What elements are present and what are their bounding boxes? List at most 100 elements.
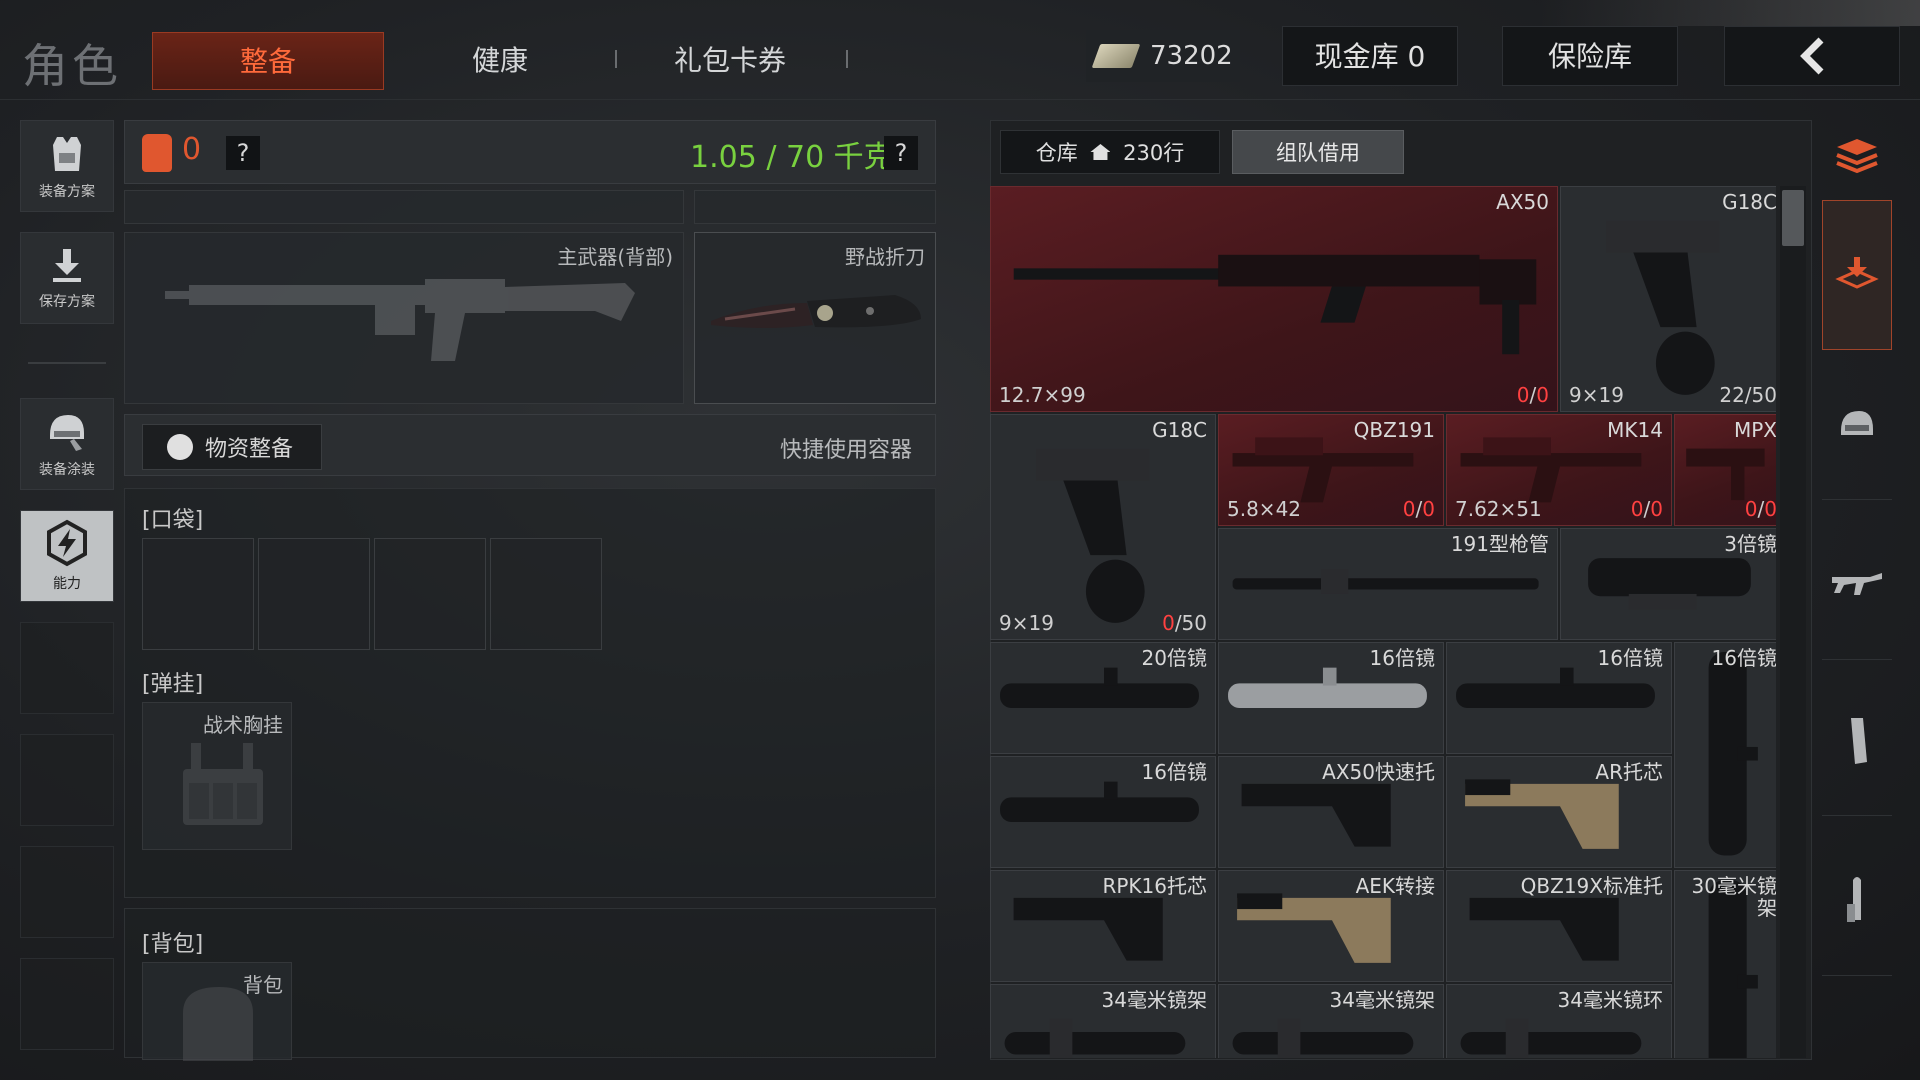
top-right-glow [1540, 0, 1920, 26]
tab-storage[interactable]: 仓库 230行 [1000, 130, 1220, 174]
item-image [1606, 220, 1720, 395]
item-name: QBZ19X标准托 [1520, 874, 1663, 898]
warehouse-item[interactable]: 30毫米镜架 [1674, 870, 1776, 1058]
warehouse-item[interactable]: QBZ191 5.8×42 0/0 [1218, 414, 1444, 526]
warehouse-item[interactable]: AX50 12.7×99 0/0 [990, 186, 1558, 412]
tab-gift-cards[interactable]: 礼包卡券 [650, 32, 810, 90]
sidebar-item-label: 装备涂装 [39, 462, 95, 478]
item-name: MK14 [1607, 418, 1663, 442]
tab-divider [846, 50, 848, 68]
ammo-capacity: /50 [1174, 611, 1207, 635]
pocket-slot[interactable] [258, 538, 370, 650]
download-icon [53, 249, 81, 282]
warehouse-item[interactable]: 20倍镜 [990, 642, 1216, 754]
weight-help-button[interactable]: ? [884, 136, 918, 170]
warehouse-item[interactable]: QBZ19X标准托 [1446, 870, 1672, 982]
warehouse-item[interactable]: 16倍镜 [1218, 642, 1444, 754]
warehouse-item[interactable]: 34毫米镜架 [990, 984, 1216, 1058]
sidebar-item-save-plan[interactable]: 保存方案 [20, 232, 114, 324]
warehouse-item[interactable]: 3倍镜 [1560, 528, 1776, 640]
rifle-icon [1832, 572, 1882, 595]
sidebar-item-label: 保存方案 [39, 294, 95, 310]
item-name: 191型枪管 [1450, 532, 1549, 556]
item-ammo-count: 0/50 [1162, 611, 1207, 635]
carry-weight: 1.05 / 70 千克 [690, 140, 894, 175]
rig-title: [弹挂] [142, 672, 204, 697]
item-caliber: 12.7×99 [999, 383, 1086, 407]
sidebar-item-ability[interactable]: 能力 [20, 510, 114, 602]
warehouse-item[interactable]: 34毫米镜架 [1218, 984, 1444, 1058]
item-name: 16倍镜 [1141, 760, 1207, 784]
warehouse-item[interactable]: MPX 0/0 [1674, 414, 1776, 526]
sidebar-item-label: 能力 [53, 576, 81, 592]
item-name: MPX [1733, 418, 1776, 442]
warehouse-item[interactable]: 16倍镜 [990, 756, 1216, 868]
tab-team-borrow[interactable]: 组队借用 [1232, 130, 1404, 174]
chest-rig-slot[interactable]: 战术胸挂 [142, 702, 292, 850]
supply-prep-button[interactable]: 物资整备 [142, 424, 322, 470]
tab-health[interactable]: 健康 [420, 32, 580, 90]
tab-divider [615, 50, 617, 68]
bag-count: 0 [182, 132, 202, 167]
warehouse-item[interactable]: 34毫米镜环 [1446, 984, 1672, 1058]
rail-ammo-category[interactable] [1822, 826, 1892, 976]
ammo-capacity: 0 [1764, 497, 1776, 521]
lightning-icon [47, 519, 87, 567]
house-icon [1090, 144, 1111, 160]
back-button[interactable] [1724, 26, 1900, 86]
warehouse-item[interactable]: 16倍镜 [1674, 642, 1776, 868]
armor-vest-icon [53, 137, 81, 171]
rail-all-items[interactable] [1822, 120, 1892, 190]
item-name: 16倍镜 [1597, 646, 1663, 670]
rail-weapons-category[interactable] [1822, 200, 1892, 350]
knife-label: 野战折刀 [845, 245, 925, 269]
tab-equip[interactable]: 整备 [152, 32, 384, 90]
sidebar-empty-slot [20, 622, 114, 714]
ammo-loaded: 0 [1516, 383, 1530, 407]
cash-vault-button[interactable]: 现金库 0 [1282, 26, 1458, 86]
helmet-icon [50, 415, 84, 451]
sidebar-item-loadout-plan[interactable]: 装备方案 [20, 120, 114, 212]
item-name: 16倍镜 [1369, 646, 1435, 670]
supply-prep-label: 物资整备 [205, 437, 294, 462]
pocket-slot[interactable] [490, 538, 602, 650]
warehouse-item[interactable]: 191型枪管 [1218, 528, 1558, 640]
item-name: G18C [1722, 190, 1776, 214]
quick-use-container-link[interactable]: 快捷使用容器 [780, 432, 912, 464]
warehouse-item[interactable]: AX50快速托 [1218, 756, 1444, 868]
ammo-capacity: 0 [1422, 497, 1435, 521]
warehouse-item[interactable]: AR托芯 [1446, 756, 1672, 868]
pocket-slot[interactable] [142, 538, 254, 650]
item-caliber: 7.62×51 [1455, 497, 1542, 521]
rail-gear-category[interactable] [1822, 350, 1892, 500]
warehouse-item[interactable]: G18C 9×19 22/50 [1560, 186, 1776, 412]
item-name: AX50 [1496, 190, 1549, 214]
cash-icon [1091, 44, 1141, 68]
chevron-left-icon [1800, 37, 1824, 75]
warehouse-item[interactable]: AEK转接 [1218, 870, 1444, 982]
knife-slot[interactable]: 野战折刀 [694, 232, 936, 404]
rail-magazine-category[interactable] [1822, 666, 1892, 816]
sidebar-item-skins[interactable]: 装备涂装 [20, 398, 114, 490]
warehouse-item[interactable]: RPK16托芯 [990, 870, 1216, 982]
ammo-loaded: 0 [1744, 497, 1758, 521]
warehouse-item[interactable]: G18C 9×19 0/50 [990, 414, 1216, 640]
ammo-loaded: 0 [1402, 497, 1416, 521]
pocket-slot[interactable] [374, 538, 486, 650]
warehouse-item[interactable]: MK14 7.62×51 0/0 [1446, 414, 1672, 526]
warehouse-item[interactable]: 16倍镜 [1446, 642, 1672, 754]
scrollbar-thumb[interactable] [1782, 190, 1804, 246]
rail-guns-category[interactable] [1822, 510, 1892, 660]
sidebar-empty-slot [20, 958, 114, 1050]
sidebar-item-label: 装备方案 [39, 184, 95, 200]
warehouse-scrollbar[interactable] [1780, 186, 1806, 1058]
help-button[interactable]: ? [226, 136, 260, 170]
storage-tab-label: 仓库 [1035, 141, 1078, 165]
item-name: AX50快速托 [1322, 760, 1435, 784]
safe-vault-button[interactable]: 保险库 [1502, 26, 1678, 86]
chest-rig-label: 战术胸挂 [203, 713, 283, 737]
stack-layers-icon [1836, 139, 1878, 174]
backpack-slot[interactable]: 背包 [142, 962, 292, 1061]
primary-weapon-slot[interactable]: 主武器(背部) [124, 232, 684, 404]
backpack-icon [142, 134, 172, 172]
